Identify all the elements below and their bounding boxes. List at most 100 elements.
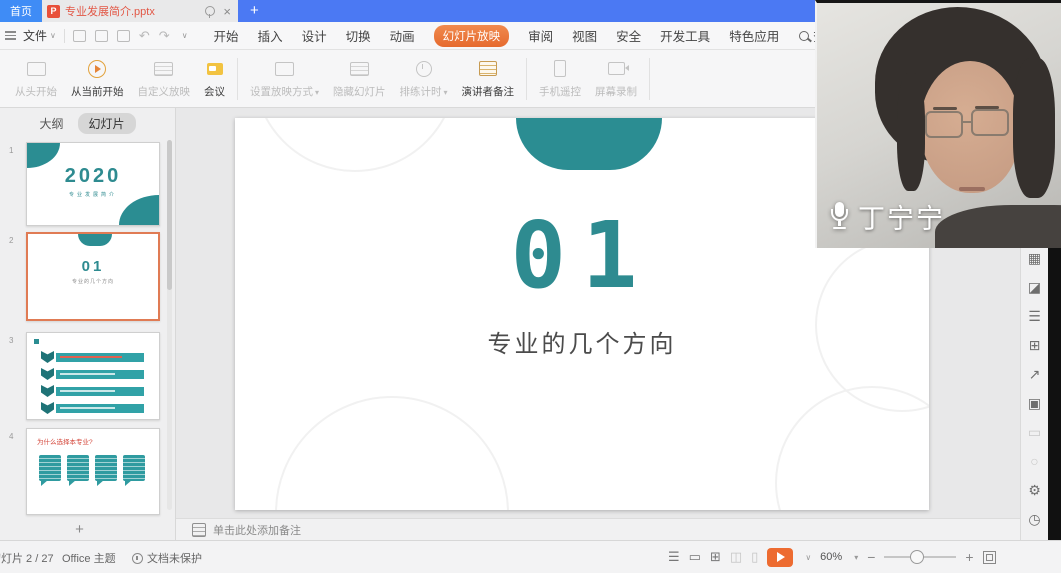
settings-gear-icon[interactable]: ⚙ [1028, 482, 1041, 498]
camera-icon [608, 62, 625, 75]
slide-sorter-icon[interactable]: ⊞ [710, 549, 721, 565]
speech-bubble [39, 455, 61, 481]
divider [237, 58, 238, 100]
share-icon[interactable]: ↗ [1029, 366, 1041, 382]
from-current-button[interactable]: 从当前开始 [64, 59, 131, 99]
glasses-bridge [963, 121, 971, 123]
menu-transitions[interactable]: 切换 [346, 26, 371, 45]
menu-special-apps[interactable]: 特色应用 [729, 26, 779, 45]
theme-label: Office 主题 [62, 550, 116, 566]
slide-thumbnail-2-selected[interactable]: 01 专业的几个方向 [26, 232, 160, 321]
screen-record-button[interactable]: 屏幕录制 [588, 59, 644, 99]
hide-slide-button[interactable]: 隐藏幻灯片 [326, 59, 393, 99]
zoom-in-button[interactable]: + [965, 549, 973, 565]
menu-view[interactable]: 视图 [572, 26, 597, 45]
fit-slide-icon[interactable] [983, 551, 996, 564]
protection-icon [132, 553, 143, 564]
microphone-icon [829, 202, 850, 232]
divider [526, 58, 527, 100]
slide-number-label: 2 [9, 236, 13, 245]
close-tab-icon[interactable]: × [223, 5, 231, 18]
pin-tab-icon[interactable] [205, 6, 215, 16]
menu-security[interactable]: 安全 [616, 26, 641, 45]
status-bar: 幻灯片 2 / 27 Office 主题 文档未保护 ☰ ▭ ⊞ ◫ ▯ ∨ 6… [0, 540, 1061, 573]
play-icon [777, 552, 785, 562]
notes-view-icon[interactable]: ☰ [668, 549, 680, 565]
meeting-button[interactable]: 会议 [197, 59, 232, 99]
setup-show-button[interactable]: 设置放映方式▾ [243, 59, 326, 99]
sidebar-scrollbar[interactable] [167, 140, 172, 510]
menu-design[interactable]: 设计 [302, 26, 327, 45]
zoom-slider-handle[interactable] [910, 550, 924, 564]
teal-semicircle [78, 234, 112, 246]
menu-items: 开始 插入 设计 切换 动画 幻灯片放映 审阅 视图 安全 开发工具 特色应用 [214, 25, 780, 47]
copy-pages-icon[interactable]: ⊞ [1029, 337, 1041, 353]
phone-remote-button[interactable]: 手机遥控 [532, 59, 588, 99]
home-tab[interactable]: 首页 [0, 0, 42, 22]
presenter-notes-button[interactable]: 演讲者备注 [455, 59, 522, 99]
zoom-level[interactable]: 60% [820, 551, 842, 563]
new-tab-button[interactable]: + [250, 2, 259, 20]
file-menu-caret-icon[interactable]: ∨ [50, 31, 56, 40]
chart-icon[interactable]: ◪ [1028, 279, 1041, 295]
rehearse-timing-button[interactable]: 排练计时▾ [393, 59, 455, 99]
menu-devtools[interactable]: 开发工具 [660, 26, 710, 45]
start-slideshow-button[interactable] [767, 548, 793, 567]
export-icon[interactable] [117, 30, 130, 42]
qat-more-icon[interactable]: ∨ [182, 31, 188, 40]
redo-icon[interactable]: ↷ [159, 29, 170, 42]
slide-thumbnail-1[interactable]: 2020 专业发展简介 [26, 142, 160, 226]
menu-review[interactable]: 审阅 [528, 26, 553, 45]
zoom-caret-icon[interactable]: ▾ [854, 553, 858, 562]
slides-tab-active[interactable]: 幻灯片 [78, 113, 136, 134]
file-menu[interactable]: 文件 [23, 27, 47, 44]
protection-status[interactable]: 文档未保护 [132, 550, 202, 566]
meeting-icon [207, 63, 223, 75]
decorative-circle [275, 396, 509, 510]
slide-number-label: 1 [9, 146, 13, 155]
add-slide-button[interactable]: + [0, 521, 159, 538]
play-from-start-icon [27, 62, 46, 76]
grid-view-icon[interactable]: ▦ [1028, 250, 1041, 266]
chevron-list [41, 351, 144, 419]
hamburger-menu-icon[interactable] [5, 29, 16, 41]
notes-bar[interactable]: 单击此处添加备注 [176, 518, 1020, 540]
participant-nameplate: 丁宁宁 [829, 197, 945, 236]
adjust-icon[interactable]: ☰ [1028, 308, 1041, 324]
slide-thumbnail-3[interactable] [26, 332, 160, 420]
reading-view-icon: ◫ [730, 549, 742, 565]
normal-view-icon[interactable]: ▭ [689, 549, 701, 565]
eyebrow [933, 107, 957, 110]
search-icon [799, 31, 809, 41]
glasses-lens [971, 109, 1009, 136]
document-tab[interactable]: P 专业发展简介.pptx × [42, 0, 238, 22]
slide-thumbnail-4[interactable]: 为什么选择本专业? [26, 428, 160, 515]
menu-slideshow-active[interactable]: 幻灯片放映 [434, 25, 510, 47]
participant-hair [1013, 58, 1055, 198]
print-icon[interactable] [95, 30, 108, 42]
setup-show-icon [275, 62, 294, 76]
teal-semicircle [516, 118, 662, 170]
slideshow-options-caret-icon[interactable]: ∨ [805, 553, 811, 562]
history-clock-icon[interactable]: ◷ [1028, 511, 1040, 527]
zoom-slider[interactable] [884, 556, 956, 558]
resource-box-icon[interactable]: ▣ [1028, 395, 1041, 411]
from-beginning-button[interactable]: 从头开始 [8, 59, 64, 99]
quick-access-toolbar: ↶ ↷ ∨ [73, 29, 188, 42]
video-call-overlay[interactable]: 丁宁宁 [815, 0, 1061, 248]
participant-mouth [959, 187, 985, 191]
participant-name: 丁宁宁 [858, 197, 945, 236]
menu-animations[interactable]: 动画 [390, 26, 415, 45]
teal-quarter-circle [119, 195, 159, 225]
save-icon[interactable] [73, 30, 86, 42]
chevron-icon [41, 402, 54, 414]
zoom-out-button[interactable]: − [867, 549, 875, 565]
undo-icon[interactable]: ↶ [139, 29, 150, 42]
menu-insert[interactable]: 插入 [258, 26, 283, 45]
outline-tab[interactable]: 大纲 [39, 115, 63, 132]
menu-start[interactable]: 开始 [214, 26, 239, 45]
speech-bubble [123, 455, 145, 481]
wps-presentation-window: 首页 P 专业发展简介.pptx × + 文件 ∨ ↶ ↷ ∨ 开始 插入 设计… [0, 0, 1061, 573]
custom-show-button[interactable]: 自定义放映 [131, 59, 198, 99]
hide-slide-icon [350, 62, 369, 76]
